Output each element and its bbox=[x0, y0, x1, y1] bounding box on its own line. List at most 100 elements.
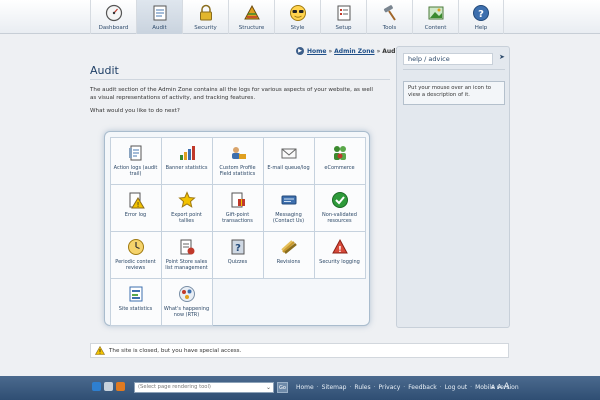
footer-separator: · bbox=[439, 384, 442, 391]
star-icon bbox=[177, 190, 196, 208]
option-email-queue-log[interactable]: E-mail queue/log bbox=[262, 136, 315, 185]
breadcrumb-arrow-icon: ▶ bbox=[296, 47, 304, 55]
option-label: Quizzes bbox=[227, 258, 248, 265]
page-rendering-tool-select[interactable]: (Select page rendering tool) ⌄ bbox=[134, 382, 274, 393]
tab-audit[interactable]: Audit bbox=[136, 0, 182, 34]
gift-points-icon bbox=[231, 192, 245, 207]
tab-structure[interactable]: Structure bbox=[228, 0, 274, 34]
messaging-icon bbox=[281, 195, 296, 204]
option-revisions[interactable]: Revisions bbox=[262, 230, 315, 279]
option-action-logs[interactable]: Action logs (audit trail) bbox=[109, 136, 162, 185]
font-size-large-button[interactable]: A bbox=[504, 382, 510, 392]
footer-link-rules[interactable]: Rules bbox=[354, 384, 370, 391]
site-closed-notice: The site is closed, but you have special… bbox=[90, 343, 509, 358]
footer-link-log-out[interactable]: Log out bbox=[445, 384, 467, 391]
option-ecommerce[interactable]: eCommerce bbox=[313, 136, 366, 185]
footer-separator: · bbox=[349, 384, 352, 391]
revisions-icon bbox=[280, 239, 297, 254]
tab-label: Content bbox=[424, 25, 447, 31]
option-label: Custom Profile Field statistics bbox=[219, 164, 256, 178]
audit-options-grid: Action logs (audit trail) Banner statist… bbox=[109, 136, 366, 326]
action-logs-icon bbox=[128, 145, 141, 160]
checkmark-circle-icon bbox=[331, 191, 348, 208]
tab-label: Setup bbox=[335, 25, 352, 31]
point-store-icon bbox=[180, 239, 194, 254]
email-envelope-icon bbox=[281, 148, 296, 158]
option-export-point-tallies[interactable]: Export point tallies bbox=[160, 183, 213, 232]
tab-style[interactable]: Style bbox=[274, 0, 320, 34]
warning-icon bbox=[95, 346, 105, 355]
tab-label: Style bbox=[290, 25, 305, 31]
audit-document-icon bbox=[153, 5, 166, 21]
svg-text:?: ? bbox=[478, 9, 484, 20]
go-button[interactable]: Go bbox=[277, 382, 288, 393]
footer-link-privacy[interactable]: Privacy bbox=[379, 384, 401, 391]
font-size-small-button[interactable]: A bbox=[491, 384, 495, 391]
svg-text:!: ! bbox=[136, 201, 139, 209]
site-statistics-icon bbox=[129, 286, 142, 301]
option-label: Messaging (Contact Us) bbox=[272, 211, 305, 225]
tab-help[interactable]: ? Help bbox=[458, 0, 504, 34]
tab-security[interactable]: Security bbox=[182, 0, 228, 34]
option-label: Export point tallies bbox=[171, 211, 202, 225]
option-error-log[interactable]: ! Error log bbox=[109, 183, 162, 232]
tab-dashboard[interactable]: Dashboard bbox=[90, 0, 136, 34]
top-navigation-bar: Dashboard Audit Security Structure Style… bbox=[0, 0, 600, 34]
option-messaging-contact-us[interactable]: Messaging (Contact Us) bbox=[262, 183, 315, 232]
footer-rss-icon[interactable] bbox=[116, 382, 125, 391]
option-label: Security logging bbox=[319, 258, 360, 265]
breadcrumb-home-link[interactable]: Home bbox=[307, 48, 326, 55]
ecommerce-people-icon bbox=[333, 145, 346, 160]
option-point-store-sales-list[interactable]: Point Store sales list management bbox=[160, 230, 213, 279]
setup-form-icon bbox=[337, 5, 350, 21]
security-logging-icon: ! bbox=[331, 238, 348, 254]
tab-tools[interactable]: Tools bbox=[366, 0, 412, 34]
breadcrumb-separator: » bbox=[376, 47, 381, 55]
footer-bar: (Select page rendering tool) ⌄ Go Home ·… bbox=[0, 376, 600, 400]
option-label: What's happening now (RTR) bbox=[163, 305, 210, 319]
dashboard-gauge-icon bbox=[105, 4, 122, 22]
footer-separator: · bbox=[373, 384, 376, 391]
footer-link-home[interactable]: Home bbox=[296, 384, 314, 391]
intro-text: The audit section of the Admin Zone cont… bbox=[90, 87, 373, 101]
option-non-validated-resources[interactable]: Non-validated resources bbox=[313, 183, 366, 232]
option-quizzes[interactable]: ? Quizzes bbox=[211, 230, 264, 279]
help-collapse-arrow-icon[interactable]: ➤ bbox=[499, 53, 505, 61]
option-banner-statistics[interactable]: Banner statistics bbox=[160, 136, 213, 185]
next-prompt: What would you like to do next? bbox=[90, 108, 180, 114]
footer-home-icon[interactable] bbox=[92, 382, 101, 391]
pyramid-icon bbox=[243, 4, 260, 20]
option-label: E-mail queue/log bbox=[267, 164, 310, 171]
error-log-icon: ! bbox=[129, 192, 145, 209]
option-custom-profile-field-statistics[interactable]: Custom Profile Field statistics bbox=[211, 136, 264, 185]
title-divider bbox=[90, 79, 390, 80]
tab-setup[interactable]: Setup bbox=[320, 0, 366, 34]
option-periodic-content-reviews[interactable]: Periodic content reviews bbox=[109, 230, 162, 279]
padlock-icon bbox=[199, 4, 212, 21]
quiz-icon: ? bbox=[231, 239, 244, 254]
footer-links: Home · Sitemap · Rules · Privacy · Feedb… bbox=[296, 384, 519, 391]
tab-content[interactable]: Content bbox=[412, 0, 458, 34]
font-size-medium-button[interactable]: A bbox=[497, 383, 502, 391]
option-whats-happening-now[interactable]: What's happening now (RTR) bbox=[160, 277, 213, 326]
admin-nav-tabs: Dashboard Audit Security Structure Style… bbox=[90, 0, 504, 34]
footer-print-icon[interactable] bbox=[104, 382, 113, 391]
help-divider bbox=[403, 69, 505, 70]
banner-statistics-icon bbox=[179, 145, 195, 160]
tab-label: Tools bbox=[382, 25, 397, 31]
footer-link-sitemap[interactable]: Sitemap bbox=[322, 384, 347, 391]
breadcrumb: ▶ Home » Admin Zone » Audit bbox=[296, 47, 400, 55]
option-site-statistics[interactable]: Site statistics bbox=[109, 277, 162, 326]
audit-options-panel: Action logs (audit trail) Banner statist… bbox=[104, 131, 370, 326]
option-label: Point Store sales list management bbox=[165, 258, 208, 272]
tab-label: Structure bbox=[238, 25, 265, 31]
option-gift-point-transactions[interactable]: Gift-point transactions bbox=[211, 183, 264, 232]
hammer-icon bbox=[383, 5, 396, 21]
option-security-logging[interactable]: ! Security logging bbox=[313, 230, 366, 279]
footer-link-feedback[interactable]: Feedback bbox=[408, 384, 437, 391]
footer-separator: · bbox=[403, 384, 406, 391]
breadcrumb-admin-zone-link[interactable]: Admin Zone bbox=[334, 48, 374, 55]
font-size-controls: A A A bbox=[491, 382, 510, 392]
tab-label: Dashboard bbox=[98, 25, 129, 31]
tab-label: Help bbox=[474, 25, 488, 31]
